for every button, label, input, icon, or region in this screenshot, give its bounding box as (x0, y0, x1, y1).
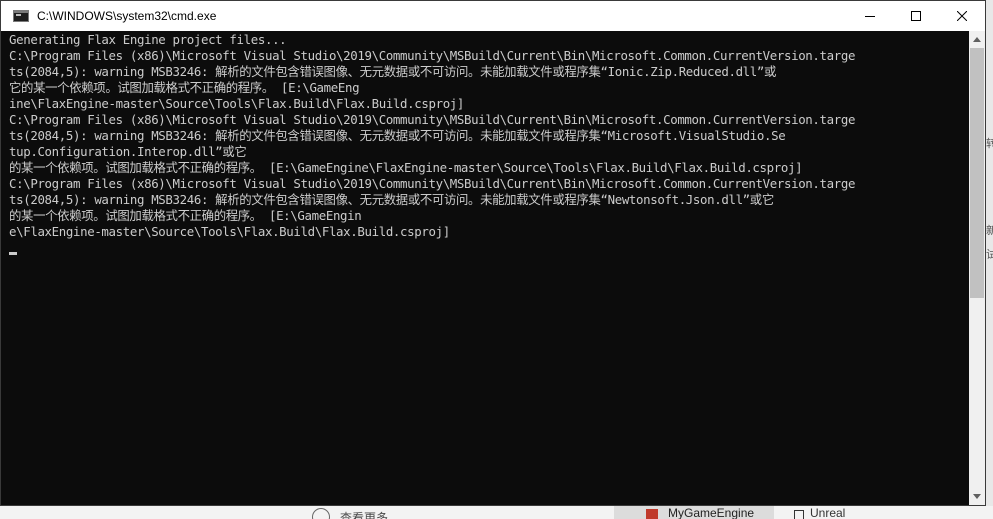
scroll-up-icon (973, 37, 981, 42)
scroll-down-button[interactable] (969, 488, 985, 505)
close-button[interactable] (939, 1, 985, 31)
minimize-button[interactable] (847, 1, 893, 31)
cmd-icon (13, 10, 29, 22)
taskbar-item-label: Unreal (810, 506, 846, 519)
taskbar-item-mygameengine[interactable]: MyGameEngine (614, 506, 774, 519)
view-more-link[interactable]: 查看更多 (312, 508, 388, 519)
console-line: e\FlaxEngine-master\Source\Tools\Flax.Bu… (9, 224, 450, 239)
maximize-icon (911, 11, 921, 21)
console-line: ts(2084,5): warning MSB3246: 解析的文件包含错误图像… (9, 64, 777, 79)
console-line: 它的某一个依赖项。试图加载格式不正确的程序。 [E:\GameEng (9, 80, 360, 95)
console-line: ts(2084,5): warning MSB3246: 解析的文件包含错误图像… (9, 128, 786, 143)
console-line: C:\Program Files (x86)\Microsoft Visual … (9, 176, 856, 191)
maximize-button[interactable] (893, 1, 939, 31)
console-line: ts(2084,5): warning MSB3246: 解析的文件包含错误图像… (9, 192, 774, 207)
close-icon (957, 11, 967, 21)
console-line: 的某一个依赖项。试图加载格式不正确的程序。 [E:\GameEngin (9, 208, 362, 223)
scroll-down-icon (973, 494, 981, 499)
minimize-icon (865, 16, 875, 17)
console-line: Generating Flax Engine project files... (9, 32, 287, 47)
console-line: C:\Program Files (x86)\Microsoft Visual … (9, 48, 856, 63)
console-line: tup.Configuration.Interop.dll”或它 (9, 144, 247, 159)
scroll-up-button[interactable] (969, 31, 985, 48)
circle-icon (312, 508, 330, 519)
edge-text: 试 (986, 248, 993, 261)
background-window-edge: 转 新 试 (986, 0, 993, 506)
edge-text: 转 (986, 137, 993, 150)
edge-text: 新 (986, 224, 993, 237)
cmd-window: C:\WINDOWS\system32\cmd.exe Generating F… (0, 0, 986, 506)
console-output[interactable]: Generating Flax Engine project files... … (1, 31, 969, 505)
taskbar-item-unreal[interactable]: Unreal (790, 506, 870, 519)
app-icon (794, 510, 804, 519)
title-bar[interactable]: C:\WINDOWS\system32\cmd.exe (1, 1, 985, 31)
text-cursor (9, 252, 17, 255)
app-icon (646, 509, 658, 519)
scroll-thumb[interactable] (970, 48, 984, 298)
taskbar-item-label: MyGameEngine (668, 506, 755, 519)
window-title: C:\WINDOWS\system32\cmd.exe (37, 9, 217, 23)
background-strip: 查看更多 MyGameEngine Unreal (0, 506, 993, 519)
view-more-label: 查看更多 (340, 510, 389, 519)
vertical-scrollbar[interactable] (969, 31, 985, 505)
console-line: ine\FlaxEngine-master\Source\Tools\Flax.… (9, 96, 465, 111)
console-line: 的某一个依赖项。试图加载格式不正确的程序。 [E:\GameEngine\Fla… (9, 160, 803, 175)
console-line: C:\Program Files (x86)\Microsoft Visual … (9, 112, 856, 127)
